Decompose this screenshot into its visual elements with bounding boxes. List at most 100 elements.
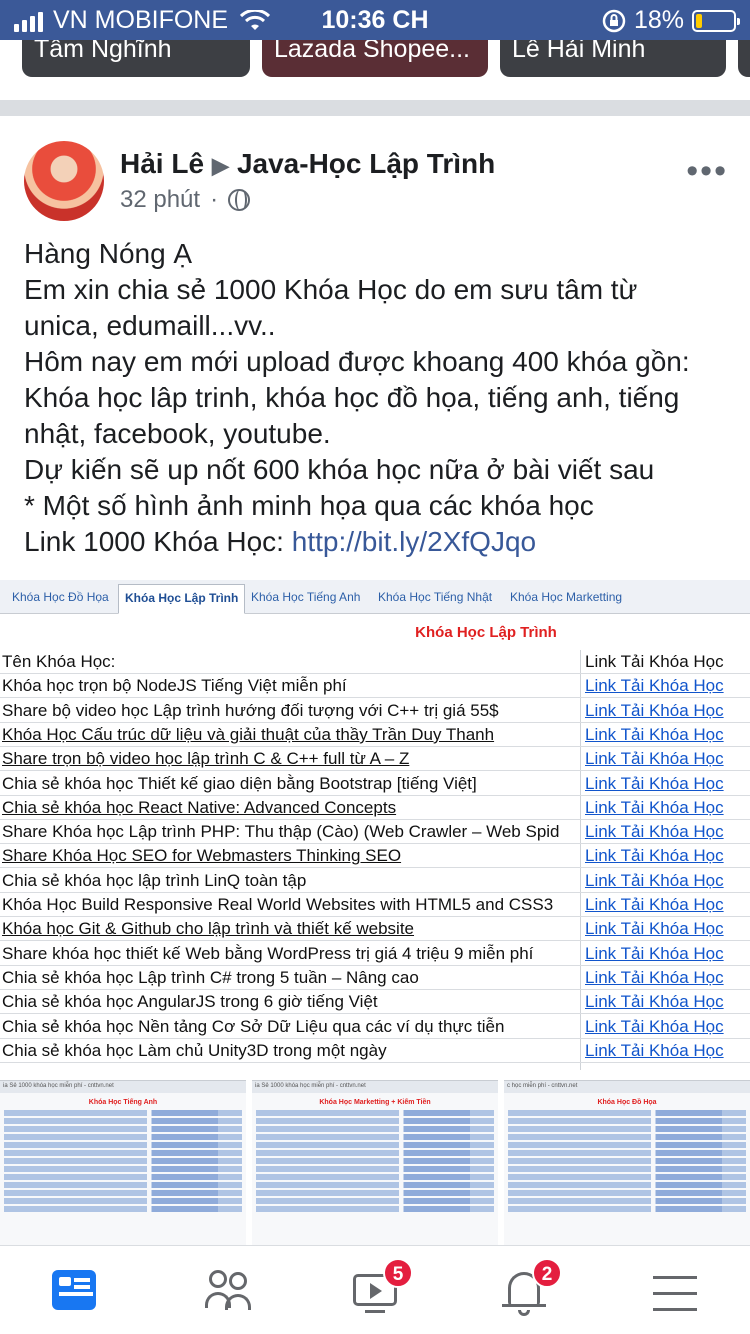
table-row: Share khóa học thiết kế Web bằng WordPre… xyxy=(0,942,750,966)
post-line: Em xin chia sẻ 1000 Khóa Học do em sưu t… xyxy=(24,274,638,305)
download-link[interactable]: Link Tải Khóa Học xyxy=(585,942,724,966)
course-name: Khóa học Git & Github cho lập trình và t… xyxy=(2,919,415,938)
tab-tieng-anh: Khóa Học Tiếng Anh xyxy=(251,590,361,604)
download-link[interactable]: Link Tải Khóa Học xyxy=(585,674,724,698)
post-time[interactable]: 32 phút xyxy=(120,186,200,214)
globe-icon xyxy=(228,189,251,211)
thumbnail: ia Sẻ 1000 khóa học miễn phí - cnttvn.ne… xyxy=(252,1080,498,1245)
course-name: Share Khóa Học SEO for Webmasters Thinki… xyxy=(2,846,402,865)
post-line: Hôm nay em mới upload được khoang 400 kh… xyxy=(24,346,690,377)
download-link[interactable]: Link Tải Khóa Học xyxy=(585,990,724,1014)
tab-tieng-nhat: Khóa Học Tiếng Nhật xyxy=(378,590,493,604)
download-link[interactable]: Link Tải Khóa Học xyxy=(585,893,724,917)
column-header: Tên Khóa Học: xyxy=(2,652,116,671)
course-name: Chia sẻ khóa học React Native: Advanced … xyxy=(2,798,397,817)
story-card[interactable]: Tâm Nghĩnh xyxy=(22,40,250,77)
download-link[interactable]: Link Tải Khóa Học xyxy=(585,869,724,893)
author-name[interactable]: Hải Lê xyxy=(120,148,204,179)
story-card[interactable]: Lazada Shopee... xyxy=(262,40,488,77)
story-card[interactable] xyxy=(738,40,750,77)
friends-icon[interactable] xyxy=(195,1264,255,1324)
course-name: Khóa học trọn bộ NodeJS Tiếng Việt miễn … xyxy=(2,676,347,695)
download-link[interactable]: Link Tải Khóa Học xyxy=(585,723,724,747)
table-row: Chia sẻ khóa học AngularJS trong 6 giờ t… xyxy=(0,990,750,1014)
course-name: Chia sẻ khóa học Thiết kế giao diện bằng… xyxy=(2,774,477,793)
course-name: Khóa Học Build Responsive Real World Web… xyxy=(2,895,554,914)
download-link[interactable]: Link Tải Khóa Học xyxy=(585,699,724,723)
post-link[interactable]: http://bit.ly/2XfQJqo xyxy=(292,526,536,557)
course-name: Chia sẻ khóa học AngularJS trong 6 giờ t… xyxy=(2,992,378,1011)
course-name: Share bộ video học Lập trình hướng đối t… xyxy=(2,701,499,720)
download-link[interactable]: Link Tải Khóa Học xyxy=(585,1015,724,1039)
course-name: Khóa Học Cấu trúc dữ liệu và giải thuật … xyxy=(2,725,495,744)
course-name: Chia sẻ khóa học Làm chủ Unity3D trong m… xyxy=(2,1041,387,1060)
table-row: Chia sẻ khóa học Thiết kế giao diện bằng… xyxy=(0,772,750,796)
course-name: Share khóa học thiết kế Web bằng WordPre… xyxy=(2,944,534,963)
table-row: Chia sẻ khóa học Nền tảng Cơ Sở Dữ Liệu … xyxy=(0,1015,750,1039)
download-link[interactable]: Link Tải Khóa Học xyxy=(585,796,724,820)
post-line: * Một số hình ảnh minh họa qua các khóa … xyxy=(24,490,594,521)
sheet-tabs: Khóa Học Đồ Họa Khóa Học Lập Trình Khóa … xyxy=(0,580,750,614)
table-row: Chia sẻ khóa học Làm chủ Unity3D trong m… xyxy=(0,1039,750,1063)
post-image[interactable]: Khóa Học Đồ Họa Khóa Học Lập Trình Khóa … xyxy=(0,580,750,1245)
post-line: Hàng Nóng Ạ xyxy=(24,238,193,269)
download-link[interactable]: Link Tải Khóa Học xyxy=(585,747,724,771)
menu-icon[interactable] xyxy=(645,1264,705,1324)
download-link[interactable]: Link Tải Khóa Học xyxy=(585,917,724,941)
more-options-button[interactable]: ••• xyxy=(686,152,728,191)
feed-divider xyxy=(0,100,750,116)
watch-icon[interactable]: 5 xyxy=(345,1258,413,1324)
course-name: Chia sẻ khóa học Lập trình C# trong 5 tu… xyxy=(2,968,419,987)
table-header-row: Tên Khóa Học: Link Tải Khóa Học xyxy=(0,650,750,674)
news-feed-icon[interactable] xyxy=(42,1264,102,1324)
arrow-right-icon: ▶ xyxy=(212,153,229,178)
story-card[interactable]: Lê Hải Minh xyxy=(500,40,726,77)
post-meta: 32 phút · xyxy=(120,186,251,214)
watch-badge: 5 xyxy=(383,1258,413,1288)
table-row: Share bộ video học Lập trình hướng đối t… xyxy=(0,699,750,723)
tab-do-hoa: Khóa Học Đồ Họa xyxy=(12,590,109,604)
post-link-line: Link 1000 Khóa Học: http://bit.ly/2XfQJq… xyxy=(24,526,537,557)
tab-marketting: Khóa Học Marketting xyxy=(510,590,623,604)
bottom-nav: 5 2 xyxy=(0,1245,750,1334)
thumbnail: ia Sẻ 1000 khóa học miễn phí - cnttvn.ne… xyxy=(0,1080,246,1245)
tab-lap-trinh: Khóa Học Lập Trình xyxy=(118,584,246,614)
download-link[interactable]: Link Tải Khóa Học xyxy=(585,1039,724,1063)
table-row: Khóa Học Build Responsive Real World Web… xyxy=(0,893,750,917)
table-row: Chia sẻ khóa học React Native: Advanced … xyxy=(0,796,750,820)
table-row: Khóa Học Cấu trúc dữ liệu và giải thuật … xyxy=(0,723,750,747)
post-line: unica, edumaill...vv.. xyxy=(24,310,276,341)
post-author-line: Hải Lê ▶ Java-Học Lập Trình xyxy=(120,148,495,180)
bell-icon[interactable]: 2 xyxy=(494,1258,562,1324)
table-row: Khóa học Git & Github cho lập trình và t… xyxy=(0,917,750,941)
table-row: Share Khóa học Lập trình PHP: Thu thập (… xyxy=(0,820,750,844)
post-line: nhật, facebook, youtube. xyxy=(24,418,331,449)
sheet-title: Khóa Học Lập Trình xyxy=(415,624,557,641)
course-name: Chia sẻ khóa học lập trình LinQ toàn tập xyxy=(2,871,307,890)
stories-strip: Tâm Nghĩnh Lazada Shopee... Lê Hải Minh xyxy=(0,40,750,100)
download-link[interactable]: Link Tải Khóa Học xyxy=(585,844,724,868)
battery-percent: 18% xyxy=(633,6,684,34)
status-right: 18% xyxy=(602,6,740,35)
table-row: Share Khóa Học SEO for Webmasters Thinki… xyxy=(0,844,750,868)
column-header: Link Tải Khóa Học xyxy=(585,652,724,671)
post-line: Dự kiến sẽ up nốt 600 khóa học nữa ở bài… xyxy=(24,454,655,485)
group-name[interactable]: Java-Học Lập Trình xyxy=(237,148,495,179)
download-link[interactable]: Link Tải Khóa Học xyxy=(585,772,724,796)
status-bar: VN MOBIFONE 10:36 CH 18% xyxy=(0,0,750,40)
download-link[interactable]: Link Tải Khóa Học xyxy=(585,820,724,844)
table-row: Chia sẻ khóa học Lập trình C# trong 5 tu… xyxy=(0,966,750,990)
post-line: Khóa học lâp trinh, khóa học đồ họa, tiế… xyxy=(24,382,680,413)
notification-badge: 2 xyxy=(532,1258,562,1288)
thumbnail-strip: ia Sẻ 1000 khóa học miễn phí - cnttvn.ne… xyxy=(0,1080,750,1245)
battery-icon xyxy=(692,9,740,32)
avatar[interactable] xyxy=(24,141,104,221)
post-text: Hàng Nóng Ạ Em xin chia sẻ 1000 Khóa Học… xyxy=(24,236,734,560)
download-link[interactable]: Link Tải Khóa Học xyxy=(585,966,724,990)
course-name: Chia sẻ khóa học Nền tảng Cơ Sở Dữ Liệu … xyxy=(2,1017,505,1036)
table-row: Khóa học trọn bộ NodeJS Tiếng Việt miễn … xyxy=(0,674,750,698)
rotation-lock-icon xyxy=(602,9,626,32)
course-name: Share trọn bộ video học lập trình C & C+… xyxy=(2,749,410,768)
course-name: Share Khóa học Lập trình PHP: Thu thập (… xyxy=(2,822,560,841)
table-row: Share trọn bộ video học lập trình C & C+… xyxy=(0,747,750,771)
